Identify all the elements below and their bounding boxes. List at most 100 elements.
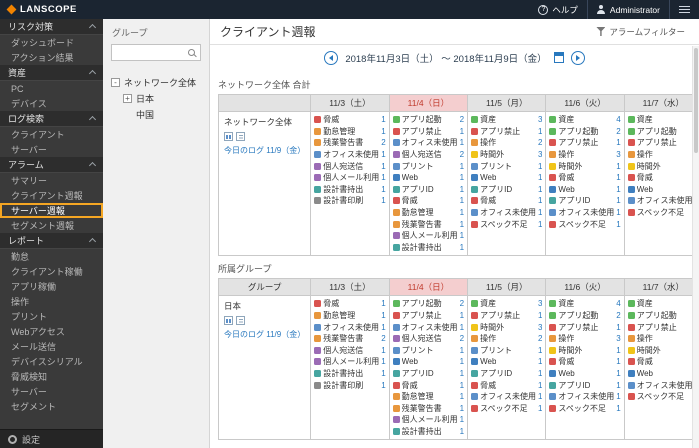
alarm-count-link[interactable]: 1	[379, 115, 385, 124]
today-log-link[interactable]: 今日のログ 11/9（金）	[224, 145, 305, 156]
sidebar-item-client[interactable]: クライアント	[0, 127, 103, 142]
alarm-count-link[interactable]: 1	[614, 220, 620, 229]
alarm-count-link[interactable]: 1	[458, 231, 464, 240]
sidebar-item-threat-detection[interactable]: 脅威検知	[0, 369, 103, 384]
alarm-count-link[interactable]: 2	[379, 138, 385, 147]
sidebar-section-report[interactable]: レポート	[0, 233, 103, 249]
alarm-count-link[interactable]: 1	[379, 196, 385, 205]
alarm-count-link[interactable]: 3	[536, 150, 542, 159]
sidebar-item-dashboard[interactable]: ダッシュボード	[0, 35, 103, 50]
alarm-count-link[interactable]: 1	[458, 173, 464, 182]
alarm-filter-button[interactable]: アラームフィルター	[596, 26, 689, 38]
sidebar-item-device-serial[interactable]: デバイスシリアル	[0, 354, 103, 369]
expand-icon[interactable]: +	[123, 94, 132, 103]
alarm-count-link[interactable]: 1	[536, 392, 542, 401]
prev-week-button[interactable]	[324, 51, 338, 65]
alarm-count-link[interactable]: 1	[614, 404, 620, 413]
chart-icon[interactable]	[224, 316, 233, 325]
alarm-count-link[interactable]: 1	[458, 369, 464, 378]
calendar-icon[interactable]	[554, 52, 564, 63]
sidebar-item-segment[interactable]: セグメント	[0, 399, 103, 414]
sidebar-item-segment-weekly-report[interactable]: セグメント週報	[0, 218, 103, 233]
alarm-count-link[interactable]: 1	[379, 127, 385, 136]
alarm-count-link[interactable]: 1	[458, 357, 464, 366]
sidebar-item-settings[interactable]: 設定	[0, 429, 103, 448]
alarm-count-link[interactable]: 1	[458, 415, 464, 424]
alarm-count-link[interactable]: 1	[379, 323, 385, 332]
alarm-count-link[interactable]: 1	[458, 323, 464, 332]
sidebar-item-server-weekly-report[interactable]: サーバー週報	[0, 203, 103, 218]
alarm-count-link[interactable]: 2	[458, 334, 464, 343]
sidebar-item-app-operation[interactable]: アプリ稼働	[0, 279, 103, 294]
alarm-count-link[interactable]: 1	[536, 185, 542, 194]
alarm-count-link[interactable]: 1	[614, 196, 620, 205]
alarm-count-link[interactable]: 1	[458, 381, 464, 390]
alarm-count-link[interactable]: 1	[458, 346, 464, 355]
alarm-count-link[interactable]: 1	[379, 311, 385, 320]
sidebar-item-server[interactable]: サーバー	[0, 384, 103, 399]
alarm-count-link[interactable]: 2	[458, 150, 464, 159]
alarm-count-link[interactable]: 4	[614, 115, 620, 124]
sidebar-section-log-search[interactable]: ログ検索	[0, 111, 103, 127]
scrollbar-thumb[interactable]	[694, 48, 698, 153]
alarm-count-link[interactable]: 1	[458, 138, 464, 147]
tree-node-japan[interactable]: +日本	[103, 90, 209, 106]
alarm-count-link[interactable]: 4	[614, 299, 620, 308]
sidebar-item-pc[interactable]: PC	[0, 81, 103, 96]
alarm-count-link[interactable]: 1	[379, 357, 385, 366]
tree-node-china[interactable]: 中国	[103, 106, 209, 122]
alarm-count-link[interactable]: 1	[536, 311, 542, 320]
sidebar-section-assets[interactable]: 資産	[0, 65, 103, 81]
sidebar-item-devices[interactable]: デバイス	[0, 96, 103, 111]
sidebar-item-web-access[interactable]: Webアクセス	[0, 324, 103, 339]
sidebar-item-mail-send[interactable]: メール送信	[0, 339, 103, 354]
alarm-count-link[interactable]: 1	[458, 392, 464, 401]
alarm-count-link[interactable]: 3	[536, 115, 542, 124]
collapse-icon[interactable]: -	[111, 78, 120, 87]
alarm-count-link[interactable]: 2	[614, 311, 620, 320]
alarm-count-link[interactable]: 1	[614, 185, 620, 194]
sidebar-section-alarm[interactable]: アラーム	[0, 157, 103, 173]
sidebar-item-attendance[interactable]: 勤怠	[0, 249, 103, 264]
alarm-count-link[interactable]: 1	[614, 323, 620, 332]
today-log-link[interactable]: 今日のログ 11/9（金）	[224, 329, 305, 340]
group-search-input[interactable]	[112, 48, 188, 58]
alarm-count-link[interactable]: 1	[536, 404, 542, 413]
alarm-count-link[interactable]: 1	[536, 127, 542, 136]
chart-icon[interactable]	[224, 132, 233, 141]
alarm-count-link[interactable]: 2	[379, 334, 385, 343]
sidebar-item-action-results[interactable]: アクション結果	[0, 50, 103, 65]
alarm-count-link[interactable]: 1	[379, 162, 385, 171]
sidebar-item-client-weekly-report[interactable]: クライアント週報	[0, 188, 103, 203]
alarm-count-link[interactable]: 1	[614, 173, 620, 182]
alarm-count-link[interactable]: 1	[458, 208, 464, 217]
user-menu[interactable]: Administrator	[588, 0, 669, 19]
alarm-count-link[interactable]: 2	[458, 115, 464, 124]
alarm-count-link[interactable]: 1	[458, 220, 464, 229]
sidebar-item-server[interactable]: サーバー	[0, 142, 103, 157]
tree-node-network-all[interactable]: -ネットワーク全体	[103, 74, 209, 90]
alarm-count-link[interactable]: 1	[614, 392, 620, 401]
alarm-count-link[interactable]: 2	[614, 127, 620, 136]
alarm-count-link[interactable]: 1	[536, 346, 542, 355]
alarm-count-link[interactable]: 1	[614, 138, 620, 147]
alarm-count-link[interactable]: 1	[379, 346, 385, 355]
alarm-count-link[interactable]: 1	[379, 150, 385, 159]
alarm-count-link[interactable]: 1	[614, 357, 620, 366]
search-icon[interactable]	[188, 49, 195, 56]
sidebar-section-risk-measures[interactable]: リスク対策	[0, 19, 103, 35]
list-icon[interactable]	[236, 316, 245, 325]
alarm-count-link[interactable]: 1	[379, 173, 385, 182]
alarm-count-link[interactable]: 1	[536, 162, 542, 171]
sidebar-item-print[interactable]: プリント	[0, 309, 103, 324]
alarm-count-link[interactable]: 1	[458, 127, 464, 136]
alarm-count-link[interactable]: 2	[536, 138, 542, 147]
help-button[interactable]: ? ヘルプ	[529, 0, 587, 19]
alarm-count-link[interactable]: 1	[536, 220, 542, 229]
alarm-count-link[interactable]: 1	[458, 243, 464, 252]
sidebar-item-operation[interactable]: 操作	[0, 294, 103, 309]
alarm-count-link[interactable]: 1	[614, 369, 620, 378]
alarm-count-link[interactable]: 3	[614, 150, 620, 159]
alarm-count-link[interactable]: 1	[379, 369, 385, 378]
alarm-count-link[interactable]: 1	[458, 162, 464, 171]
